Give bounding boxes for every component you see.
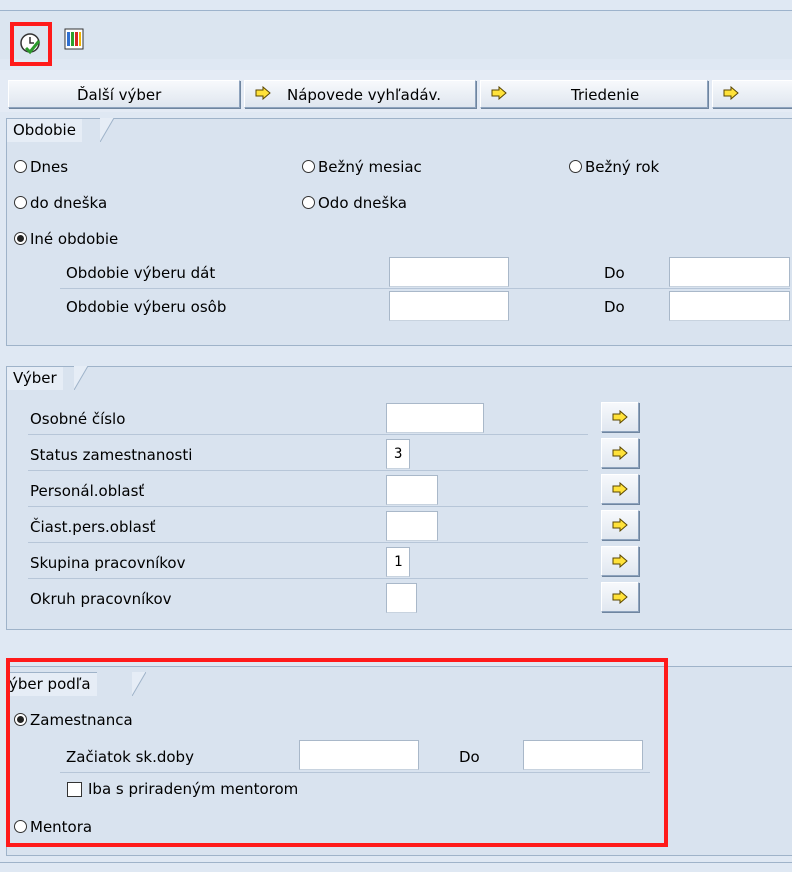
further-selection-button[interactable]: Ďalší výber — [8, 80, 240, 108]
radio-current-year-label: Bežný rok — [585, 158, 660, 176]
more-button[interactable] — [712, 80, 792, 108]
search-help-label: Nápovede vyhľadáv. — [287, 86, 442, 104]
employment-status-multiselect-button[interactable] — [601, 438, 639, 468]
row-divider — [28, 434, 588, 435]
personnel-number-multiselect-button[interactable] — [601, 402, 639, 432]
row-divider — [28, 542, 588, 543]
employment-status-input[interactable]: 3 — [386, 439, 410, 469]
data-period-to-input[interactable] — [669, 257, 790, 287]
employee-group-label: Skupina pracovníkov — [30, 554, 186, 572]
employee-subgroup-input[interactable] — [386, 583, 417, 613]
yellow-right-arrow-icon — [612, 410, 628, 424]
radio-today-label: Dnes — [30, 158, 69, 176]
bottom-separator — [0, 862, 792, 863]
yellow-right-arrow-icon — [612, 590, 628, 604]
data-period-label: Obdobie výberu dát — [66, 264, 216, 282]
person-period-from-input[interactable] — [389, 291, 509, 321]
personnel-subarea-input[interactable] — [386, 511, 438, 541]
personnel-area-multiselect-button[interactable] — [601, 474, 639, 504]
radio-current-month-label: Bežný mesiac — [318, 158, 422, 176]
data-period-from-input[interactable] — [389, 257, 509, 287]
personnel-subarea-label: Čiast.pers.oblasť — [30, 518, 156, 536]
personnel-area-label: Personál.oblasť — [30, 482, 145, 500]
employee-subgroup-label: Okruh pracovníkov — [30, 590, 172, 608]
yellow-right-arrow-icon — [612, 446, 628, 460]
radio-until-today-label: do dneška — [30, 194, 108, 212]
employment-status-label: Status zamestnanosti — [30, 446, 193, 464]
yellow-right-arrow-icon — [612, 554, 628, 568]
personnel-subarea-multiselect-button[interactable] — [601, 510, 639, 540]
radio-other-period-label: Iné obdobie — [30, 230, 119, 248]
clock-execute-icon — [20, 33, 41, 55]
layout-button[interactable] — [62, 27, 86, 51]
person-period-to-label: Do — [604, 298, 625, 316]
radio-current-year[interactable] — [569, 160, 582, 173]
personnel-number-label: Osobné číslo — [30, 410, 126, 428]
yellow-right-arrow-icon — [255, 86, 271, 100]
yellow-right-arrow-icon — [612, 518, 628, 532]
yellow-right-arrow-icon — [612, 482, 628, 496]
person-period-label: Obdobie výberu osôb — [66, 298, 227, 316]
radio-from-today[interactable] — [302, 196, 315, 209]
person-period-to-input[interactable] — [669, 291, 790, 321]
select-by-highlight — [6, 658, 668, 847]
execute-button[interactable] — [10, 22, 52, 66]
selection-group-title: Výber — [6, 366, 63, 390]
color-columns-icon — [64, 28, 84, 50]
row-divider — [28, 506, 588, 507]
personnel-number-input[interactable] — [386, 403, 484, 433]
yellow-right-arrow-icon — [723, 86, 739, 100]
application-toolbar — [0, 10, 792, 66]
row-divider — [60, 288, 790, 289]
period-group-title: Obdobie — [6, 118, 82, 142]
radio-current-month[interactable] — [302, 160, 315, 173]
employee-group-multiselect-button[interactable] — [601, 546, 639, 576]
sorting-label: Triedenie — [571, 86, 640, 104]
search-help-button[interactable]: Nápovede vyhľadáv. — [244, 80, 476, 108]
tab-slant — [74, 366, 88, 390]
radio-from-today-label: Odo dneška — [318, 194, 407, 212]
data-period-to-label: Do — [604, 264, 625, 282]
employee-group-input[interactable]: 1 — [386, 547, 410, 577]
yellow-right-arrow-icon — [491, 86, 507, 100]
employee-subgroup-multiselect-button[interactable] — [601, 582, 639, 612]
tab-slant — [100, 118, 114, 142]
row-divider — [28, 578, 588, 579]
personnel-area-input[interactable] — [386, 475, 438, 505]
selection-button-bar: Ďalší výber Nápovede vyhľadáv. Triedenie — [0, 70, 792, 112]
radio-today[interactable] — [14, 160, 27, 173]
radio-other-period[interactable] — [14, 232, 27, 245]
radio-until-today[interactable] — [14, 196, 27, 209]
row-divider — [28, 470, 588, 471]
sorting-button[interactable]: Triedenie — [480, 80, 708, 108]
further-selection-label: Ďalší výber — [77, 86, 162, 104]
